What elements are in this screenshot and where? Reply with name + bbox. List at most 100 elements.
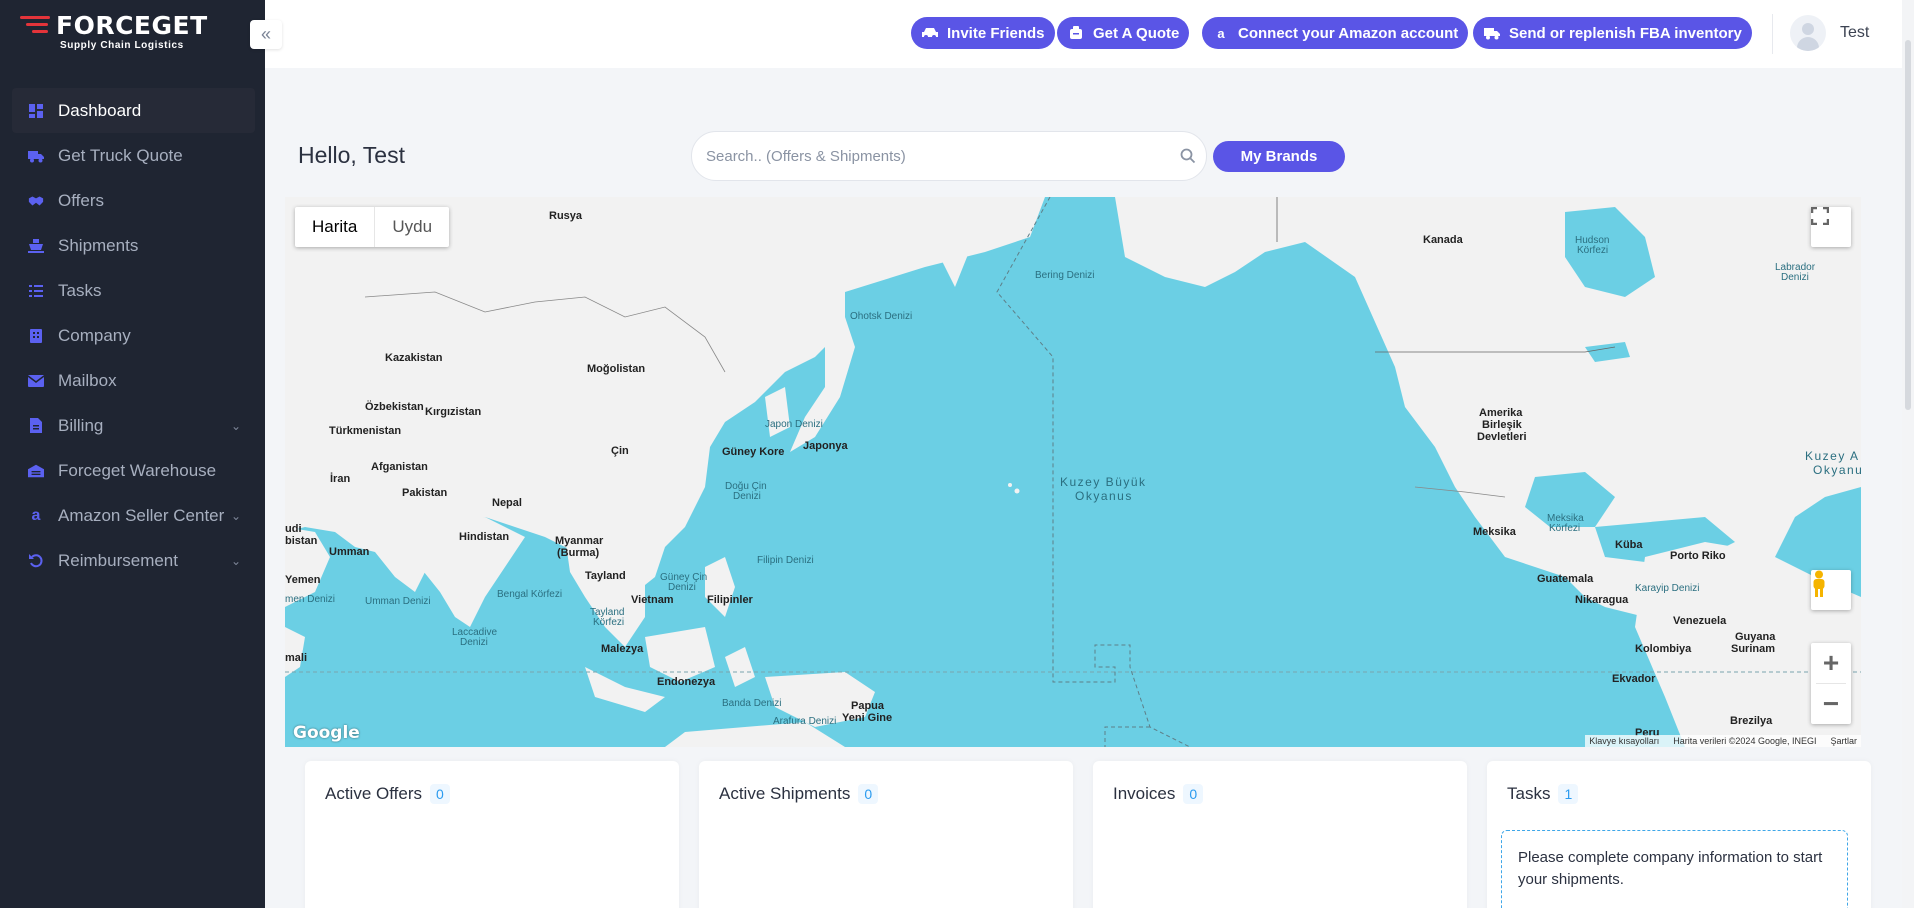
sidebar-item-forceget-warehouse[interactable]: Forceget Warehouse — [12, 448, 255, 493]
sidebar-item-label: Amazon Seller Center — [58, 505, 225, 525]
map-type-satellite-button[interactable]: Uydu — [375, 207, 449, 247]
map-label: Filipin Denizi — [757, 555, 814, 566]
map-label: Bengal Körfezi — [497, 589, 563, 600]
undo-icon — [28, 553, 44, 569]
map-label: Okyanu — [1813, 463, 1861, 477]
map-label: (Burma) — [557, 547, 600, 559]
map-type-map-button[interactable]: Harita — [295, 207, 376, 247]
search-icon[interactable] — [1180, 148, 1196, 164]
map-label: Birleşik — [1482, 419, 1522, 431]
keyboard-shortcuts-link[interactable]: Klavye kısayolları — [1589, 736, 1659, 746]
dashboard-icon — [28, 103, 44, 119]
shipments-map[interactable]: Rusya Kazakistan Moğolistan Özbekistan K… — [285, 197, 1861, 747]
map-label: Guyana — [1735, 631, 1776, 643]
map-label: Venezuela — [1673, 615, 1727, 627]
active-shipments-card[interactable]: Active Shipments 0 — [699, 761, 1073, 908]
sidebar-item-label: Forceget Warehouse — [58, 460, 217, 480]
map-label: Afganistan — [371, 461, 428, 473]
map-label: Umman Denizi — [365, 596, 431, 607]
handshake-icon — [28, 193, 44, 209]
map-label: Papua — [851, 700, 885, 712]
map-label: Pakistan — [402, 487, 448, 499]
map-label: Kuzey A — [1805, 449, 1860, 463]
fullscreen-button[interactable] — [1811, 207, 1851, 247]
map-label: Guatemala — [1537, 573, 1594, 585]
map-label: mali — [285, 652, 308, 664]
map-label: Nepal — [492, 497, 522, 509]
chevron-down-icon: ⌄ — [230, 418, 241, 433]
car-icon — [921, 24, 939, 42]
google-logo: Google — [293, 723, 360, 743]
invoice-icon — [28, 418, 44, 434]
sidebar-item-billing[interactable]: Billing ⌄ — [12, 403, 255, 448]
street-view-pegman-button[interactable] — [1811, 570, 1851, 610]
map-label: Umman — [329, 546, 370, 558]
map-label: Japon Denizi — [765, 419, 823, 430]
sidebar-item-offers[interactable]: Offers — [12, 178, 255, 223]
invoices-card[interactable]: Invoices 0 — [1093, 761, 1467, 908]
map-label: Küba — [1615, 539, 1643, 551]
sidebar-item-amazon-seller-center[interactable]: a Amazon Seller Center ⌄ — [12, 493, 255, 538]
map-label: Ohotsk Denizi — [850, 311, 913, 322]
zoom-out-button[interactable]: − — [1811, 684, 1851, 724]
building-icon — [28, 328, 44, 344]
map-label: Myanmar — [555, 535, 604, 547]
topbar-divider — [1772, 14, 1773, 54]
map-label: Ekvador — [1612, 673, 1656, 685]
user-name[interactable]: Test — [1840, 24, 1869, 42]
map-label: Vietnam — [631, 594, 674, 606]
brand-logo[interactable]: FORCEGET Supply Chain Logistics — [20, 13, 208, 54]
chevron-down-icon: ⌄ — [230, 553, 241, 568]
sidebar-collapse-button[interactable]: « — [250, 20, 282, 49]
active-offers-card[interactable]: Active Offers 0 — [305, 761, 679, 908]
map-label: Tayland — [585, 570, 626, 582]
map-label: Kolombiya — [1635, 643, 1692, 655]
sidebar-item-reimbursement[interactable]: Reimbursement ⌄ — [12, 538, 255, 583]
sidebar-item-tasks[interactable]: Tasks — [12, 268, 255, 313]
map-label: Malezya — [601, 643, 644, 655]
invite-friends-button[interactable]: Invite Friends — [911, 17, 1055, 49]
page-scrollbar[interactable] — [1902, 0, 1914, 908]
tasks-card: Tasks 1 Please complete company informati… — [1487, 761, 1871, 908]
map-label: Moğolistan — [587, 363, 646, 375]
top-bar: Invite Friends Get A Quote a Connect you… — [265, 0, 1914, 68]
sidebar-item-label: Dashboard — [58, 100, 142, 120]
map-label: Denizi — [733, 491, 761, 502]
truck-icon — [28, 148, 44, 164]
send-fba-inventory-button[interactable]: Send or replenish FBA inventory — [1473, 17, 1752, 49]
terms-link[interactable]: Şartlar — [1830, 736, 1857, 746]
sidebar-item-get-truck-quote[interactable]: Get Truck Quote — [12, 133, 255, 178]
map-label: Endonezya — [657, 676, 716, 688]
card-title: Active Offers — [325, 784, 422, 803]
map-label: Denizi — [1781, 272, 1809, 283]
map-label: Kanada — [1423, 234, 1463, 246]
sidebar-item-label: Shipments — [58, 235, 139, 255]
sidebar-item-mailbox[interactable]: Mailbox — [12, 358, 255, 403]
map-label: Devletleri — [1477, 431, 1527, 443]
zoom-in-button[interactable]: + — [1811, 643, 1851, 683]
sidebar-menu: Dashboard Get Truck Quote Offers Shipmen… — [12, 88, 255, 583]
sidebar-item-label: Offers — [58, 190, 104, 210]
ship-icon — [28, 238, 44, 254]
task-item[interactable]: Please complete company information to s… — [1501, 830, 1848, 908]
connect-amazon-button[interactable]: a Connect your Amazon account — [1202, 17, 1469, 49]
map-label: Çin — [611, 445, 629, 457]
map-label: Nikaragua — [1575, 594, 1629, 606]
envelope-icon — [28, 373, 44, 389]
sidebar-item-shipments[interactable]: Shipments — [12, 223, 255, 268]
sidebar-item-company[interactable]: Company — [12, 313, 255, 358]
sidebar-item-label: Reimbursement — [58, 550, 178, 570]
map-label: Körfezi — [1549, 523, 1581, 534]
avatar[interactable] — [1790, 15, 1826, 51]
map-label: Körfezi — [1577, 245, 1609, 256]
get-a-quote-button[interactable]: Get A Quote — [1057, 17, 1190, 49]
map-label: Brezilya — [1730, 715, 1773, 727]
count-badge: 0 — [430, 784, 450, 804]
sidebar-item-dashboard[interactable]: Dashboard — [12, 88, 255, 133]
map-label: Yeni Gine — [842, 712, 893, 724]
search-input[interactable] — [692, 132, 1152, 180]
map-label: Kırgızistan — [425, 406, 482, 418]
page-title: Hello, Test — [298, 142, 405, 168]
count-badge: 1 — [1558, 784, 1579, 804]
my-brands-button[interactable]: My Brands — [1213, 141, 1345, 172]
